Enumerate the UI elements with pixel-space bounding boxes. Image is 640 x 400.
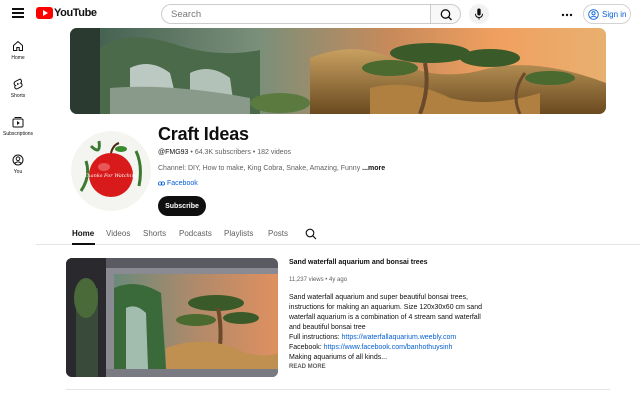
channel-description[interactable]: Channel: DIY, How to make, King Cobra, S… [158,165,385,172]
sidebar-item-home[interactable]: Home [0,32,36,66]
featured-video-meta: 11,237 views • 4y ago [289,277,347,283]
instructions-prefix: Full instructions: [289,334,342,341]
more-link[interactable]: ...more [362,165,385,172]
avatar-text: Thanks For Watching [84,173,138,179]
subscribe-button[interactable]: Subscribe [158,196,206,216]
tab-podcasts[interactable]: Podcasts [179,229,212,238]
sidebar-item-shorts[interactable]: Shorts [0,70,36,104]
instructions-line: Full instructions: https://waterfallaqua… [289,333,494,343]
shorts-icon [13,78,23,90]
search-icon [305,228,317,240]
tab-playlists[interactable]: Playlists [224,229,253,238]
channel-avatar[interactable]: Thanks For Watching [71,131,151,211]
channel-banner [70,28,606,114]
channel-search-button[interactable] [305,227,317,245]
youtube-play-icon [36,7,53,19]
facebook-link[interactable]: Facebook [158,180,198,187]
featured-video-thumbnail[interactable] [66,258,278,377]
channel-name: Craft Ideas [158,124,249,144]
description-last-line: Making aquariums of all kinds... [289,354,388,361]
menu-icon[interactable] [12,8,24,18]
read-more-button[interactable]: READ MORE [289,364,326,370]
description-text: Sand waterfall aquarium and super beauti… [289,294,482,331]
sidebar-item-you[interactable]: You [0,146,36,180]
link-icon [158,181,165,186]
featured-video-description: Sand waterfall aquarium and super beauti… [289,293,494,363]
instructions-link[interactable]: https://waterfallaquarium.weebly.com [342,334,457,341]
facebook-link-label: Facebook [167,180,198,187]
featured-video-title[interactable]: Sand waterfall aquarium and bonsai trees [289,259,427,266]
view-count: 11,237 views [289,277,324,283]
video-count: 182 videos [257,149,292,156]
facebook-prefix: Facebook: [289,344,324,351]
facebook-url-link[interactable]: https://www.facebook.com/banhothuysinh [324,344,453,351]
youtube-logo[interactable]: YouTube [36,7,97,19]
sidebar-label-subscriptions: Subscriptions [2,131,33,137]
search-bar [161,4,461,24]
more-options-icon[interactable] [560,8,574,20]
channel-handle: @FMG93 [158,149,189,156]
sign-in-button[interactable]: Sign in [583,4,631,24]
sign-in-label: Sign in [602,9,627,19]
search-input[interactable] [161,4,430,24]
tab-videos[interactable]: Videos [106,229,130,238]
section-divider [66,389,610,390]
microphone-icon [475,8,483,20]
channel-tabs: Home Videos Shorts Podcasts Playlists Po… [36,221,640,245]
you-icon [12,154,24,166]
tab-posts[interactable]: Posts [268,229,288,238]
tab-home[interactable]: Home [72,229,94,238]
logo-wordmark: YouTube [54,7,97,19]
voice-search-button[interactable] [469,4,489,24]
active-tab-indicator [72,243,95,245]
sidebar-label-shorts: Shorts [10,93,26,99]
search-button[interactable] [430,4,461,24]
sidebar-label-home: Home [11,55,25,61]
channel-description-text: Channel: DIY, How to make, King Cobra, S… [158,165,363,172]
account-icon [588,8,599,20]
channel-meta: @FMG93 • 64.3K subscribers • 182 videos [158,149,291,156]
subscriber-count: 64.3K subscribers [194,149,251,156]
upload-age: 4y ago [329,277,348,283]
top-bar: YouTube Sign in [0,0,640,28]
tab-shorts[interactable]: Shorts [143,229,166,238]
subscriptions-icon [12,117,24,128]
facebook-line: Facebook: https://www.facebook.com/banho… [289,343,494,353]
home-icon [13,40,23,51]
sidebar-label-you: You [13,169,23,175]
sidebar-item-subscriptions[interactable]: Subscriptions [0,108,36,142]
search-icon [440,9,452,21]
